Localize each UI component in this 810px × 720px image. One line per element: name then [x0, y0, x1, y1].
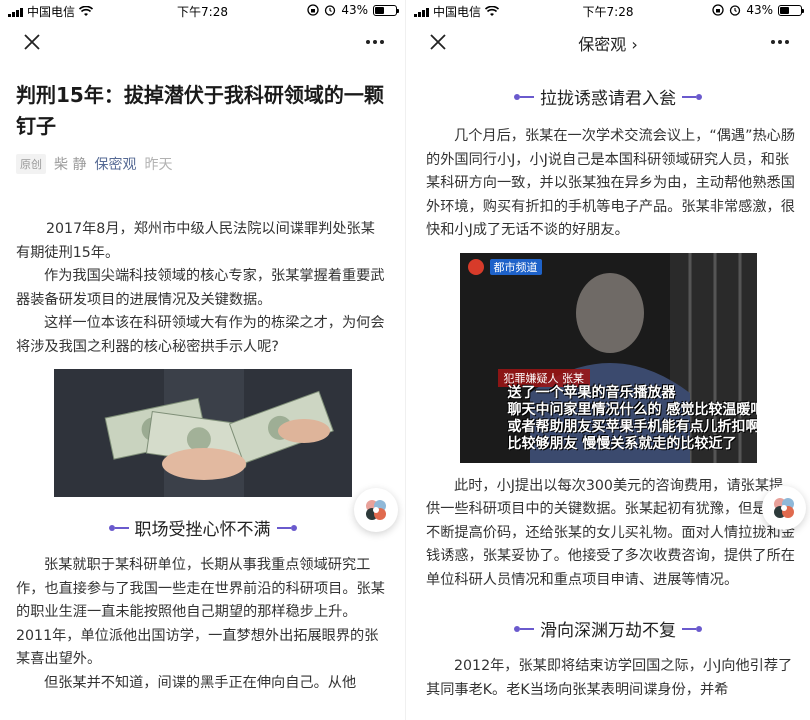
alarm-icon: [325, 5, 336, 16]
orientation-lock-icon: [307, 4, 319, 16]
author-name: 柴 静: [54, 157, 87, 173]
paragraph: 此时，小J提出以每次300美元的咨询费用，请张某提供一些科研项目中的关键数据。张…: [426, 477, 795, 588]
paragraph: 张某就职于某科研单位，长期从事我重点领域研究工作，也直接参与了我国一些走在世界前…: [16, 557, 385, 667]
flower-icon: [774, 498, 794, 518]
paragraph: 但张某并不知道，间谍的黑手正在伸向自己。从他: [44, 674, 357, 691]
status-right: 43%: [712, 3, 804, 17]
subtitle-line: 或者帮助朋友买苹果手机能有点儿折扣啊: [507, 418, 757, 435]
section-title: 滑向深渊万劫不复: [540, 621, 676, 641]
article-meta: 原创 柴 静 保密观 昨天: [0, 154, 405, 174]
battery-icon: [373, 4, 399, 16]
left-screen: 中国电信 下午7:28 43% 判刑15年：拔掉潜伏于我科研领域的一颗钉子 原创…: [0, 0, 405, 720]
paragraph: 2012年，张某即将结束访学回国之际，小J向他引荐了其同事老K。老K当场向张某表…: [426, 658, 793, 698]
heading-decoration-icon: [514, 625, 534, 632]
close-icon[interactable]: [20, 30, 44, 54]
status-bar: 中国电信 下午7:28 43%: [406, 0, 810, 22]
floating-action-button[interactable]: [354, 488, 398, 532]
heading-decoration-icon: [108, 524, 129, 531]
paragraph: 几个月后，张某在一次学术交流会议上，“偶遇”热心肠的外国同行小J，小J说自己是本…: [426, 128, 796, 238]
channel-logo-text: 都市频道: [489, 258, 542, 275]
original-tag: 原创: [16, 154, 46, 174]
video-screenshot[interactable]: 都市频道 犯罪嫌疑人 张某 送了一个苹果的音乐播放器 聊天中问家里情况什么的 感…: [459, 252, 757, 463]
alarm-icon: [730, 5, 741, 16]
battery-fill: [375, 6, 384, 14]
article-content: 拉拢诱惑请君入瓮 几个月后，张某在一次学术交流会议上，“偶遇”热心肠的外国同行小…: [406, 84, 810, 702]
article-title: 判刑15年：拔掉潜伏于我科研领域的一颗钉子: [16, 83, 384, 138]
heading-decoration-icon: [276, 524, 297, 531]
paragraph: 作为我国尖端科技领域的核心专家，张某掌握着重要武器装备研发项目的进展情况及关键数…: [16, 268, 385, 308]
heading-decoration-icon: [682, 625, 702, 632]
flower-icon: [366, 500, 386, 520]
heading-decoration-icon: [514, 93, 534, 100]
status-bar: 中国电信 下午7:28 43%: [0, 0, 405, 22]
money-illustration: [53, 369, 352, 497]
orientation-lock-icon: [712, 4, 724, 16]
subtitle-line: 聊天中问家里情况什么的 感觉比较温暖吧: [507, 401, 757, 418]
battery-percent: 43%: [341, 3, 368, 17]
article-content: 判刑15年：拔掉潜伏于我科研领域的一颗钉子 原创 柴 静 保密观 昨天 2017…: [0, 80, 405, 695]
section-heading: 滑向深渊万劫不复: [406, 616, 810, 641]
battery-percent: 43%: [746, 3, 773, 17]
right-screen: 中国电信 下午7:28 43% 保密观 › 拉拢诱惑请君入瓮 几个月后，张某在一…: [405, 0, 810, 720]
account-link[interactable]: 保密观: [94, 154, 136, 174]
nav-bar: 保密观 ›: [406, 22, 810, 62]
money-photo: [53, 369, 352, 497]
floating-action-button[interactable]: [762, 486, 806, 530]
section-title: 职场受挫心怀不满: [134, 520, 271, 540]
subtitle-line: 比较够朋友 慢慢关系就走的比较近了: [507, 435, 737, 452]
publish-date: 昨天: [144, 157, 173, 173]
battery-icon: [778, 4, 804, 16]
more-icon[interactable]: [768, 30, 792, 54]
battery-fill: [780, 6, 789, 14]
section-heading: 拉拢诱惑请君入瓮: [406, 84, 810, 109]
section-heading: 职场受挫心怀不满: [0, 515, 405, 540]
paragraph: 这样一位本该在科研领域大有作为的栋梁之才，为何会将涉及我国之利器的核心秘密拱手示…: [16, 315, 385, 355]
status-right: 43%: [307, 3, 399, 17]
paragraph: 2017年8月，郑州市中级人民法院以间谍罪判处张某有期徒刑15年。: [16, 221, 375, 261]
more-icon[interactable]: [363, 30, 387, 54]
channel-logo-icon: [467, 258, 484, 275]
nav-bar: [0, 22, 405, 62]
subtitle-line: 送了一个苹果的音乐播放器: [507, 384, 676, 401]
section-title: 拉拢诱惑请君入瓮: [540, 89, 676, 109]
heading-decoration-icon: [682, 93, 702, 100]
account-title-link[interactable]: 保密观 ›: [406, 31, 810, 55]
